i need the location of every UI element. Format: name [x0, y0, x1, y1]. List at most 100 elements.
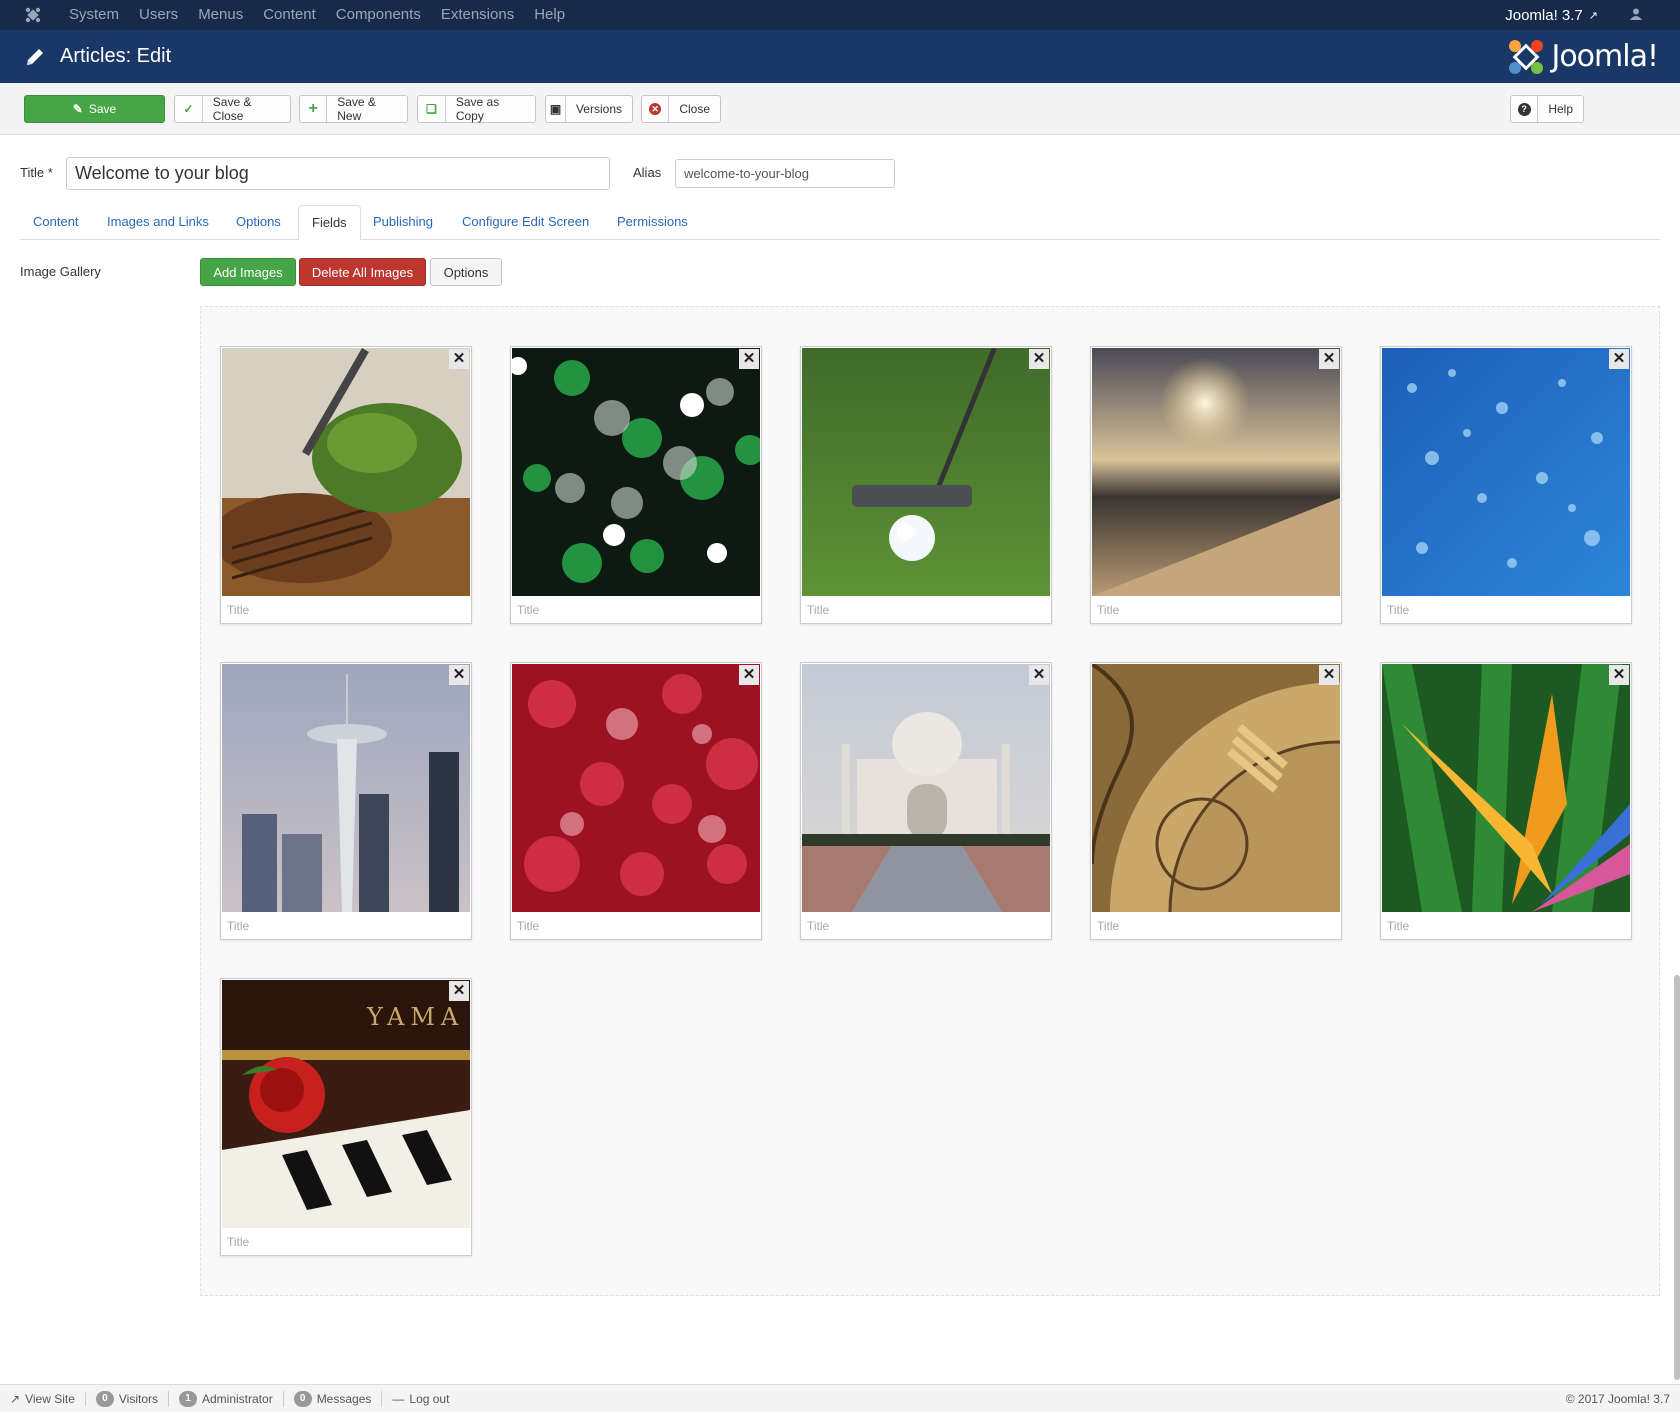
visitors-status: 0 Visitors — [86, 1390, 169, 1407]
gallery-options-button[interactable]: Options — [430, 258, 502, 286]
close-button[interactable]: ✕ Close — [641, 95, 721, 123]
joomla-menu-icon[interactable] — [23, 5, 43, 25]
remove-image-icon[interactable]: ✕ — [1609, 349, 1629, 369]
logout-link[interactable]: — Log out — [382, 1392, 459, 1406]
messages-count-badge: 0 — [293, 1390, 312, 1407]
remove-image-icon[interactable]: ✕ — [1609, 665, 1629, 685]
sunset-beach-image — [1092, 348, 1340, 596]
menu-content[interactable]: Content — [253, 0, 326, 30]
save-copy-button[interactable]: ❏ Save as Copy — [417, 95, 536, 123]
image-title-input[interactable]: Title — [227, 1235, 249, 1249]
top-navbar: System Users Menus Content Components Ex… — [0, 0, 1680, 30]
pencil-icon — [24, 46, 46, 68]
remove-image-icon[interactable]: ✕ — [1319, 665, 1339, 685]
image-gallery-label: Image Gallery — [20, 264, 101, 279]
image-title-input[interactable]: Title — [1387, 603, 1409, 617]
water-drops-image — [1382, 348, 1630, 596]
gallery-item[interactable]: ✕ Title — [220, 346, 472, 624]
image-title-input[interactable]: Title — [517, 603, 539, 617]
plus-icon: + — [300, 96, 328, 122]
archive-icon: ▣ — [546, 96, 566, 122]
image-title-input[interactable]: Title — [807, 603, 829, 617]
tab-permissions[interactable]: Permissions — [604, 205, 701, 240]
image-title-input[interactable]: Title — [1097, 603, 1119, 617]
menu-system[interactable]: System — [59, 0, 129, 30]
remove-image-icon[interactable]: ✕ — [1029, 665, 1049, 685]
help-button[interactable]: ? Help — [1510, 95, 1584, 123]
site-version-link[interactable]: Joomla! 3.7 — [1505, 7, 1583, 24]
remove-image-icon[interactable]: ✕ — [449, 665, 469, 685]
delete-all-images-button[interactable]: Delete All Images — [299, 258, 426, 286]
remove-image-icon[interactable]: ✕ — [1319, 349, 1339, 369]
image-title-input[interactable]: Title — [227, 919, 249, 933]
user-menu-icon[interactable] — [1630, 8, 1642, 23]
gallery-item[interactable]: YAMA ✕ Title — [220, 978, 472, 1256]
admin-count-badge: 1 — [179, 1390, 197, 1407]
green-bokeh-image — [512, 348, 760, 596]
joomla-logo-icon — [1509, 39, 1544, 74]
red-bokeh-image — [512, 664, 760, 912]
menu-help[interactable]: Help — [524, 0, 575, 30]
status-bar: ↗ View Site 0 Visitors 1 Administrator 0… — [0, 1384, 1680, 1412]
golf-putter-image — [802, 348, 1050, 596]
save-close-button[interactable]: ✓ Save & Close — [174, 95, 291, 123]
joomla-brand-text: Joomla! — [1551, 39, 1659, 74]
gallery-item[interactable]: ✕ Title — [800, 346, 1052, 624]
steak-salad-image — [222, 348, 470, 596]
remove-image-icon[interactable]: ✕ — [739, 665, 759, 685]
save-button[interactable]: ✎ Save — [24, 95, 165, 123]
gallery-item[interactable]: ✕ Title — [510, 662, 762, 940]
svg-text:YAMA: YAMA — [366, 1003, 464, 1031]
copyright-text: © 2017 Joomla! 3.7 — [1565, 1391, 1670, 1406]
tab-content[interactable]: Content — [20, 205, 92, 240]
title-label: Title * — [20, 165, 53, 180]
ornate-clock-image — [1092, 664, 1340, 912]
gallery-item[interactable]: ✕ Title — [220, 662, 472, 940]
minus-icon: — — [392, 1391, 405, 1406]
space-needle-image — [222, 664, 470, 912]
menu-components[interactable]: Components — [326, 0, 431, 30]
view-site-link[interactable]: ↗ View Site — [0, 1391, 86, 1406]
tab-publishing[interactable]: Publishing — [360, 205, 446, 240]
image-title-input[interactable]: Title — [1097, 919, 1119, 933]
image-title-input[interactable]: Title — [807, 919, 829, 933]
tab-images-links[interactable]: Images and Links — [94, 205, 222, 240]
image-gallery: ✕ Title ✕ Title ✕ Title ✕ Title ✕ Title — [200, 306, 1660, 1296]
versions-button[interactable]: ▣ Versions — [545, 95, 633, 123]
toolbar: ✎ Save ✓ Save & Close + Save & New ❏ Sav… — [0, 83, 1680, 135]
image-title-input[interactable]: Title — [517, 919, 539, 933]
page-scrollbar[interactable] — [1674, 975, 1680, 1380]
image-title-input[interactable]: Title — [1387, 919, 1409, 933]
gallery-item[interactable]: ✕ Title — [1090, 346, 1342, 624]
add-images-button[interactable]: Add Images — [200, 258, 296, 286]
tab-options[interactable]: Options — [223, 205, 294, 240]
remove-image-icon[interactable]: ✕ — [1029, 349, 1049, 369]
messages-link[interactable]: 0 Messages — [284, 1390, 383, 1407]
remove-image-icon[interactable]: ✕ — [449, 981, 469, 1001]
gallery-item[interactable]: ✕ Title — [510, 346, 762, 624]
save-new-button[interactable]: + Save & New — [299, 95, 408, 123]
check-icon: ✓ — [175, 96, 203, 122]
tab-fields[interactable]: Fields — [298, 205, 361, 241]
menu-menus[interactable]: Menus — [188, 0, 253, 30]
alias-input[interactable]: welcome-to-your-blog — [675, 159, 895, 188]
menu-extensions[interactable]: Extensions — [431, 0, 524, 30]
copy-icon: ❏ — [418, 96, 446, 122]
gallery-item[interactable]: ✕ Title — [1380, 662, 1632, 940]
external-link-icon: ↗ — [10, 1391, 21, 1406]
tab-configure-edit-screen[interactable]: Configure Edit Screen — [449, 205, 602, 240]
gallery-item[interactable]: ✕ Title — [1380, 346, 1632, 624]
edit-icon: ✎ — [72, 102, 83, 116]
gallery-item[interactable]: ✕ Title — [1090, 662, 1342, 940]
question-icon: ? — [1511, 96, 1539, 122]
remove-image-icon[interactable]: ✕ — [449, 349, 469, 369]
visitors-count-badge: 0 — [95, 1390, 114, 1407]
gallery-item[interactable]: ✕ Title — [800, 662, 1052, 940]
menu-users[interactable]: Users — [129, 0, 188, 30]
page-title: Articles: Edit — [60, 45, 172, 67]
image-title-input[interactable]: Title — [227, 603, 249, 617]
administrator-status: 1 Administrator — [169, 1390, 284, 1407]
remove-image-icon[interactable]: ✕ — [739, 349, 759, 369]
external-link-icon: ↗ — [1588, 9, 1598, 22]
title-input[interactable]: Welcome to your blog — [66, 157, 610, 190]
